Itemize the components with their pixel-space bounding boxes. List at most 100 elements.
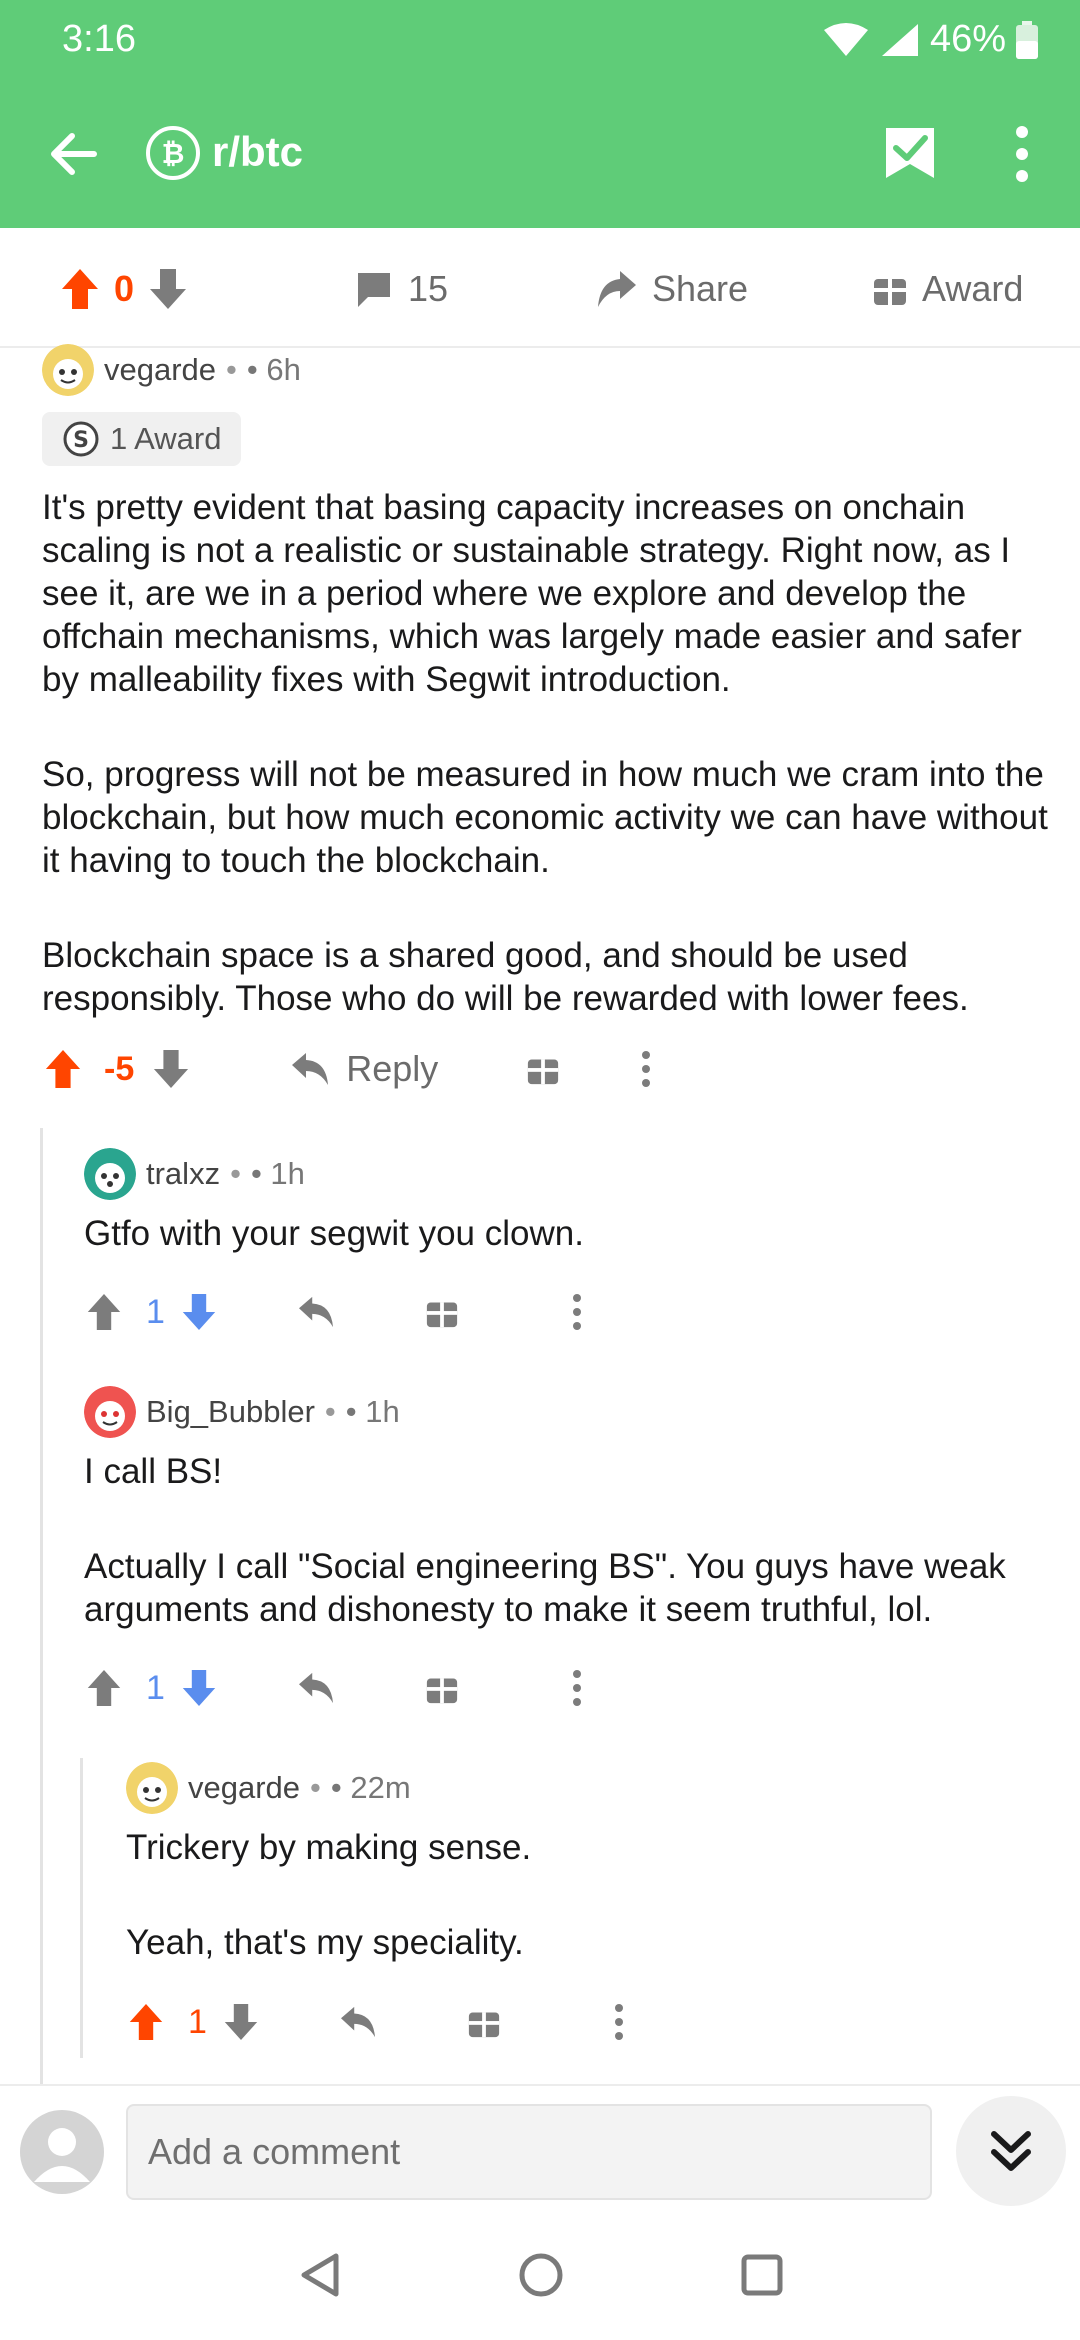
wifi-icon xyxy=(823,22,868,56)
comment-actions: 1 xyxy=(86,1668,585,1708)
nav-home-icon[interactable] xyxy=(518,2252,564,2298)
comment-paragraph: I call BS! xyxy=(84,1452,223,1491)
avatar[interactable] xyxy=(42,344,94,396)
meta-separator: • xyxy=(324,1394,336,1429)
post-score: 0 xyxy=(114,268,135,309)
downvote-icon[interactable] xyxy=(181,1292,217,1332)
comment-actions: -5 Reply xyxy=(44,1048,654,1090)
award-label: Award xyxy=(922,268,1024,309)
comment-paragraph: Actually I call "Social engineering BS".… xyxy=(84,1547,1006,1629)
comment-meta: vegarde • • 22m xyxy=(126,1762,1046,1814)
comment-body: Gtfo with your segwit you clown. xyxy=(84,1212,1044,1255)
award-badge[interactable]: S 1 Award xyxy=(42,412,242,466)
comment-time: • 1h xyxy=(345,1394,400,1429)
thread-line[interactable] xyxy=(80,1758,83,2058)
downvote-icon[interactable] xyxy=(152,1048,190,1090)
comment-author[interactable]: tralxz xyxy=(146,1156,220,1192)
comment: vegarde • • 6h S 1 Award It's pretty evi… xyxy=(42,344,1052,1020)
upvote-icon[interactable] xyxy=(128,2002,164,2042)
comment-paragraph: So, progress will not be measured in how… xyxy=(42,755,1048,880)
share-arrow-icon xyxy=(598,271,636,307)
more-vertical-icon[interactable] xyxy=(1000,122,1044,186)
comment-paragraph: Blockchain space is a shared good, and s… xyxy=(42,936,969,1018)
status-time: 3:16 xyxy=(62,18,136,60)
comment-paragraph: Trickery by making sense. xyxy=(126,1828,532,1867)
gift-icon[interactable] xyxy=(526,1052,560,1086)
comment-paragraph: It's pretty evident that basing capacity… xyxy=(42,488,1022,699)
upvote-icon[interactable] xyxy=(44,1048,82,1090)
meta-separator: • xyxy=(310,1770,321,1805)
reply-button[interactable]: Reply xyxy=(290,1048,438,1090)
reply-arrow-icon[interactable] xyxy=(297,1295,335,1329)
avatar[interactable] xyxy=(84,1386,136,1438)
gift-icon[interactable] xyxy=(425,1295,459,1329)
downvote-icon[interactable] xyxy=(223,2002,259,2042)
reply-arrow-icon[interactable] xyxy=(297,1671,335,1705)
gift-icon[interactable] xyxy=(467,2005,501,2039)
comment-actions: 1 xyxy=(86,1292,585,1332)
cell-signal-icon xyxy=(881,23,918,56)
comment-time: • 1h xyxy=(250,1156,305,1191)
more-vertical-icon[interactable] xyxy=(569,1668,585,1708)
comment-score: 1 xyxy=(146,1668,165,1707)
comment-score: 1 xyxy=(146,1292,165,1331)
nav-recents-icon[interactable] xyxy=(740,2253,784,2297)
subreddit-icon[interactable]: ₿ xyxy=(146,126,200,180)
add-comment-input[interactable]: Add a comment xyxy=(126,2104,932,2200)
comment: tralxz • • 1h Gtfo with your segwit you … xyxy=(84,1148,1044,1255)
comment-meta: tralxz • • 1h xyxy=(84,1148,1044,1200)
comment-score: -5 xyxy=(104,1049,135,1088)
svg-text:₿: ₿ xyxy=(162,137,185,170)
reply-arrow-icon xyxy=(292,1053,329,1085)
gift-icon xyxy=(874,279,906,305)
thread-line[interactable] xyxy=(40,1128,43,2084)
comment-body: I call BS! Actually I call "Social engin… xyxy=(84,1450,1044,1631)
comment-time: • 6h xyxy=(246,352,301,387)
comment-author[interactable]: vegarde xyxy=(104,352,216,388)
comment-composer-bar: Add a comment xyxy=(0,2084,1080,2214)
comment-meta: Big_Bubbler • • 1h xyxy=(84,1386,1044,1438)
comment: vegarde • • 22m Trickery by making sense… xyxy=(126,1762,1046,1964)
award-row: S 1 Award xyxy=(42,412,1052,466)
jump-to-bottom-button[interactable] xyxy=(956,2096,1066,2206)
comment: Big_Bubbler • • 1h I call BS! Actually I… xyxy=(84,1386,1044,1631)
share-label: Share xyxy=(652,268,749,309)
avatar[interactable] xyxy=(84,1148,136,1200)
double-chevron-down-icon xyxy=(991,2131,1031,2171)
more-vertical-icon[interactable] xyxy=(611,2002,627,2042)
status-bar: 3:16 46% xyxy=(0,0,1080,80)
app-header: 3:16 46% ₿ r/btc xyxy=(0,0,1080,228)
upvote-icon[interactable] xyxy=(86,1292,122,1332)
more-vertical-icon[interactable] xyxy=(638,1049,654,1089)
comment-bubble-icon xyxy=(358,273,390,307)
downvote-icon[interactable] xyxy=(181,1668,217,1708)
comment-meta: vegarde • • 6h xyxy=(42,344,1052,396)
comment-body: It's pretty evident that basing capacity… xyxy=(42,486,1052,1020)
meta-separator: • xyxy=(230,1156,241,1191)
comment-author[interactable]: vegarde xyxy=(188,1770,300,1806)
nav-back-icon[interactable] xyxy=(298,2252,342,2298)
subreddit-name[interactable]: r/btc xyxy=(212,128,303,176)
avatar[interactable] xyxy=(126,1762,178,1814)
post-vote-group: 0 xyxy=(60,264,188,314)
award-button[interactable]: Award xyxy=(872,264,1023,314)
meta-separator: • xyxy=(226,352,237,387)
share-button[interactable]: Share xyxy=(596,264,748,314)
downvote-icon[interactable] xyxy=(148,267,188,311)
user-avatar[interactable] xyxy=(20,2110,104,2194)
toolbar: ₿ r/btc xyxy=(0,110,1080,200)
back-arrow-icon[interactable] xyxy=(44,124,104,184)
system-nav-bar xyxy=(0,2214,1080,2340)
upvote-icon[interactable] xyxy=(60,267,100,311)
gift-icon[interactable] xyxy=(425,1671,459,1705)
reply-arrow-icon[interactable] xyxy=(339,2005,377,2039)
upvote-icon[interactable] xyxy=(86,1668,122,1708)
comment-author[interactable]: Big_Bubbler xyxy=(146,1394,315,1430)
award-count: 1 Award xyxy=(110,421,222,456)
status-icons: 46% xyxy=(822,18,1038,61)
more-vertical-icon[interactable] xyxy=(569,1292,585,1332)
comments-count-button[interactable]: 15 xyxy=(354,264,448,314)
bookmark-saved-icon[interactable] xyxy=(880,122,940,182)
battery-percent: 46% xyxy=(929,18,1006,60)
comment-paragraph: Gtfo with your segwit you clown. xyxy=(84,1214,584,1253)
